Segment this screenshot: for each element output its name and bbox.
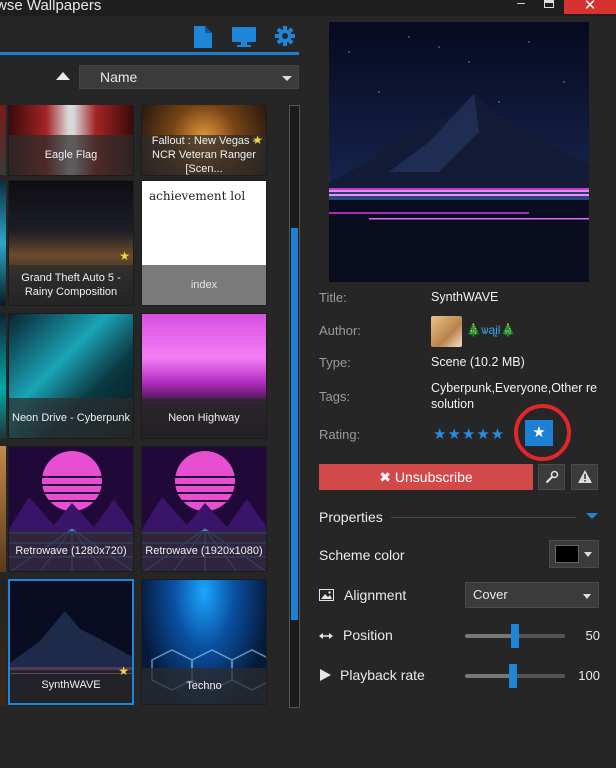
tree-icon: 🎄	[500, 323, 516, 337]
image-icon	[319, 589, 334, 604]
partial-tile[interactable]	[0, 180, 6, 306]
tags-label: Tags:	[319, 389, 351, 404]
favorite-star-icon: ★	[119, 249, 130, 263]
tags-value-line2: solution	[431, 397, 475, 411]
title-value: SynthWAVE	[431, 290, 499, 304]
wallpaper-tile[interactable]: Neon Drive - Cyberpunk	[8, 313, 134, 439]
partial-tile[interactable]	[0, 579, 6, 705]
minimize-button[interactable]: –	[510, 0, 532, 14]
wallpaper-grid: Eagle Flag Fallout : New Vegas - NCR Vet…	[0, 105, 282, 708]
divider	[391, 517, 576, 518]
author-link[interactable]: 🎄ѡąįl🎄	[466, 323, 515, 337]
playback-rate-value: 100	[578, 668, 600, 683]
wallpaper-tile[interactable]: Retrowave (1920x1080)	[141, 446, 267, 572]
tile-label: Retrowave (1280x720)	[9, 531, 133, 571]
wallpaper-tile[interactable]: achievement lol index	[141, 180, 267, 306]
favorite-star-icon: ★	[118, 664, 129, 678]
title-bar: wse Wallpapers – ✕	[0, 0, 616, 16]
monitor-icon[interactable]	[232, 26, 256, 48]
wallpaper-tile[interactable]: Retrowave (1280x720)	[8, 446, 134, 572]
window-title: wse Wallpapers	[0, 0, 102, 14]
file-icon[interactable]	[193, 26, 213, 48]
slider-fill	[465, 634, 515, 638]
toolbar	[0, 16, 302, 56]
avatar[interactable]	[431, 316, 462, 347]
steam-button[interactable]	[538, 464, 565, 490]
rating-stars: ★★★★★	[433, 426, 506, 443]
maximize-button[interactable]	[538, 0, 560, 14]
wallpaper-tile-selected[interactable]: SynthWAVE ★	[8, 579, 134, 705]
slider-knob[interactable]	[511, 624, 519, 648]
tile-preview-text: achievement lol	[149, 189, 246, 203]
wallpaper-preview	[329, 22, 589, 282]
chevron-down-icon	[282, 76, 292, 81]
unsubscribe-button[interactable]: ✖ Unsubscribe	[319, 464, 533, 490]
position-slider[interactable]	[465, 624, 565, 648]
wallpaper-tile[interactable]: Neon Highway	[141, 313, 267, 439]
alignment-value: Cover	[473, 587, 508, 602]
sort-direction-icon[interactable]	[56, 72, 70, 80]
tile-label: Neon Drive - Cyberpunk	[9, 398, 133, 438]
scheme-color-picker[interactable]	[549, 540, 599, 568]
slider-knob[interactable]	[509, 664, 517, 688]
partial-tile[interactable]	[0, 446, 6, 572]
close-button[interactable]: ✕	[564, 0, 616, 14]
title-label: Title:	[319, 290, 347, 305]
tile-label: SynthWAVE	[10, 667, 132, 703]
chevron-down-icon[interactable]	[586, 513, 598, 519]
tile-label: index	[142, 265, 266, 305]
gear-icon[interactable]	[275, 26, 295, 46]
scheme-color-label: Scheme color	[319, 547, 405, 563]
scrollbar-thumb[interactable]	[291, 228, 298, 620]
tile-label: Eagle Flag	[9, 135, 133, 175]
slider-fill	[465, 674, 513, 678]
properties-header[interactable]: Properties	[319, 509, 383, 525]
author-label: Author:	[319, 323, 361, 338]
wallpaper-tile[interactable]: Techno	[141, 579, 267, 705]
wallpaper-tile[interactable]: Fallout : New Vegas - NCR Veteran Ranger…	[141, 105, 267, 176]
type-label: Type:	[319, 355, 351, 370]
type-value: Scene (10.2 MB)	[431, 355, 525, 369]
wallpaper-tile[interactable]: Grand Theft Auto 5 - Rainy Composition ★	[8, 180, 134, 306]
tile-label: Retrowave (1920x1080)	[142, 531, 266, 571]
tile-label: Fallout : New Vegas - NCR Veteran Ranger…	[142, 135, 266, 175]
steam-icon	[545, 470, 558, 484]
partial-tile[interactable]	[0, 105, 6, 175]
author-name: ѡąįl	[480, 323, 501, 337]
wallpaper-tile[interactable]: Eagle Flag	[8, 105, 134, 176]
horizontal-arrows-icon	[319, 629, 333, 644]
partial-tile[interactable]	[0, 313, 6, 439]
maximize-icon	[544, 0, 554, 8]
color-swatch	[555, 545, 579, 563]
playback-rate-slider[interactable]	[465, 664, 565, 688]
rating-label: Rating:	[319, 427, 361, 442]
tile-label: Techno	[142, 668, 266, 704]
sort-select-value: Name	[100, 69, 138, 85]
chevron-down-icon	[583, 594, 591, 599]
report-button[interactable]	[571, 464, 598, 490]
tile-label: Grand Theft Auto 5 - Rainy Composition	[9, 265, 133, 305]
play-icon	[320, 669, 331, 684]
sort-select[interactable]: Name	[79, 65, 299, 89]
tile-label: Neon Highway	[142, 398, 266, 438]
alignment-label: Alignment	[344, 587, 407, 603]
tree-icon: 🎄	[466, 323, 481, 337]
annotation-circle	[514, 404, 571, 461]
playback-rate-label: Playback rate	[340, 667, 425, 683]
warning-icon	[577, 470, 592, 483]
favorite-star-icon: ★	[252, 133, 263, 147]
position-value: 50	[585, 628, 600, 643]
toolbar-underline	[0, 52, 299, 55]
tags-value-line1: Cyberpunk,Everyone,Other re	[431, 381, 598, 395]
alignment-select[interactable]: Cover	[465, 582, 599, 608]
position-label: Position	[343, 627, 393, 643]
chevron-down-icon	[584, 552, 592, 557]
